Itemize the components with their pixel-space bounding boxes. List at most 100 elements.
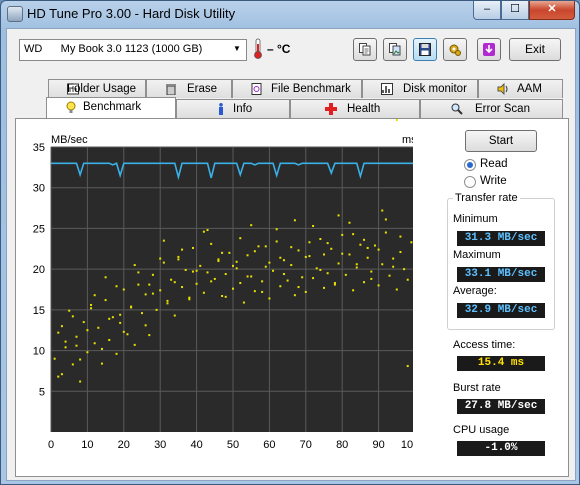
- app-window: HD Tune Pro 3.00 - Hard Disk Utility – ☐…: [0, 0, 580, 485]
- access-time-point: [268, 297, 271, 300]
- minimize-button[interactable]: –: [473, 1, 501, 20]
- access-time-point: [399, 251, 402, 254]
- access-time-point: [60, 373, 63, 376]
- tab-label: Erase: [187, 83, 218, 95]
- access-time-point: [246, 254, 249, 257]
- access-time-point: [57, 331, 60, 334]
- x-tick-label: 90: [372, 439, 384, 449]
- access-time-point: [177, 255, 180, 258]
- access-time-point: [246, 275, 249, 278]
- access-time-point: [100, 362, 103, 365]
- save-button[interactable]: [413, 38, 437, 61]
- access-time-point: [115, 352, 118, 355]
- title-bar[interactable]: HD Tune Pro 3.00 - Hard Disk Utility – ☐…: [1, 1, 579, 27]
- burst-rate-value: 27.8 MB/sec: [457, 399, 545, 414]
- access-time-point: [148, 334, 151, 337]
- read-label[interactable]: Read: [480, 158, 508, 170]
- access-time-point: [159, 289, 162, 292]
- maximum-value: 33.1 MB/sec: [457, 267, 545, 282]
- tab-folder-usage[interactable]: Folder Usage: [48, 79, 146, 98]
- copy-image-button[interactable]: [383, 38, 407, 61]
- access-time-point: [275, 240, 278, 243]
- access-time-point: [330, 247, 333, 250]
- drive-select[interactable]: WD My Book 3.0 1123 (1000 GB) ▼: [19, 39, 247, 61]
- access-time-point: [359, 243, 362, 246]
- access-time-point: [319, 238, 322, 241]
- x-tick-label: 40: [190, 439, 202, 449]
- tab-info[interactable]: Info: [176, 99, 290, 118]
- access-time-point: [341, 233, 344, 236]
- copy-text-icon: [359, 43, 371, 56]
- access-time-point: [261, 280, 264, 283]
- tab-disk-monitor[interactable]: Disk monitor: [362, 79, 478, 98]
- access-time-point: [337, 262, 340, 265]
- access-time-point: [304, 290, 307, 293]
- tab-erase[interactable]: Erase: [146, 79, 232, 98]
- benchmark-icon: [66, 101, 76, 113]
- access-time-point: [290, 264, 293, 267]
- access-time-point: [355, 266, 358, 269]
- copy-text-button[interactable]: [353, 38, 377, 61]
- burst-rate-label: Burst rate: [453, 382, 501, 394]
- options-button[interactable]: [443, 38, 467, 61]
- access-time-point: [155, 308, 158, 311]
- download-icon: [483, 43, 495, 56]
- access-time-point: [86, 351, 89, 354]
- access-time-point: [373, 244, 376, 247]
- access-time-point: [170, 278, 173, 281]
- access-time-point: [206, 271, 209, 274]
- write-radio[interactable]: [464, 176, 476, 188]
- access-time-point: [148, 283, 151, 286]
- start-button[interactable]: Start: [465, 130, 537, 152]
- access-time-point: [97, 326, 100, 329]
- access-time-point: [53, 357, 56, 360]
- access-time-point: [282, 259, 285, 262]
- drive-select-value: WD My Book 3.0 1123 (1000 GB): [24, 43, 203, 55]
- access-time-point: [264, 265, 267, 268]
- tab-benchmark[interactable]: Benchmark: [46, 97, 176, 118]
- access-time-point: [355, 263, 358, 266]
- access-time-point: [108, 338, 111, 341]
- read-radio[interactable]: [464, 159, 476, 171]
- maximize-button[interactable]: ☐: [501, 1, 529, 20]
- access-time-point: [312, 277, 315, 280]
- y-tick-label-left: 35: [33, 142, 45, 154]
- tab-health[interactable]: Health: [290, 99, 420, 118]
- access-time-point: [191, 246, 194, 249]
- access-time-point: [293, 294, 296, 297]
- access-time-point: [151, 273, 154, 276]
- download-button[interactable]: [477, 38, 501, 61]
- window-title: HD Tune Pro 3.00 - Hard Disk Utility: [27, 6, 236, 21]
- tab-error-scan[interactable]: Error Scan: [420, 99, 563, 118]
- access-time-point: [122, 288, 125, 291]
- y-tick-label-left: 5: [39, 386, 45, 398]
- save-icon: [419, 43, 431, 56]
- access-time-point: [221, 295, 224, 298]
- access-time-point: [257, 245, 260, 248]
- access-time-point: [202, 230, 205, 233]
- access-time-point: [90, 303, 93, 306]
- access-time-point: [137, 283, 140, 286]
- access-time-point: [93, 294, 96, 297]
- access-time-point: [166, 299, 169, 302]
- access-time-point: [352, 233, 355, 236]
- access-time-point: [221, 251, 224, 254]
- access-time-point: [344, 273, 347, 276]
- tab-aam[interactable]: AAM: [478, 79, 563, 98]
- options-icon: [449, 44, 461, 56]
- access-time-point: [392, 265, 395, 268]
- tab-file-benchmark[interactable]: File Benchmark: [232, 79, 362, 98]
- tab-label: Info: [233, 103, 253, 115]
- exit-button[interactable]: Exit: [509, 38, 561, 61]
- access-time-point: [308, 241, 311, 244]
- access-time-point: [133, 343, 136, 346]
- x-tick-label: 0: [48, 439, 54, 449]
- access-time-point: [384, 231, 387, 234]
- write-label[interactable]: Write: [480, 175, 507, 187]
- access-time-point: [301, 276, 304, 279]
- access-time-point: [210, 280, 213, 283]
- access-time-point: [348, 221, 351, 224]
- access-time-point: [366, 246, 369, 249]
- close-button[interactable]: ✕: [529, 1, 575, 20]
- cpu-usage-value: -1.0%: [457, 441, 545, 456]
